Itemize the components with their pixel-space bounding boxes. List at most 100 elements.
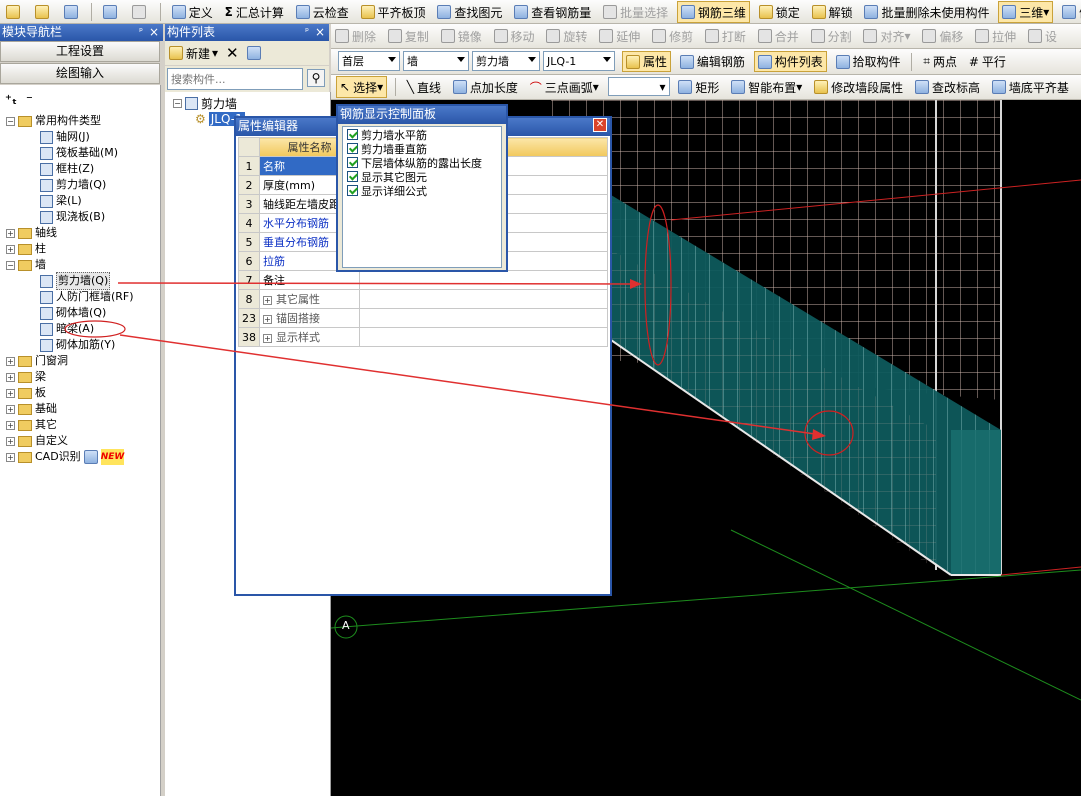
nav-component-item[interactable]: 砌体墙(Q) — [40, 305, 106, 321]
tb-view-rebar-button[interactable]: 查看钢筋量 — [511, 1, 594, 23]
nav-folder[interactable]: − 常用构件类型 — [6, 113, 101, 129]
expand-icon[interactable]: + — [6, 356, 15, 366]
floor-select[interactable]: 首层 — [338, 51, 400, 71]
tb-new-icon[interactable] — [3, 1, 26, 23]
property-value[interactable] — [359, 289, 608, 309]
tb-undo-icon[interactable] — [100, 1, 123, 23]
tb-batch-delete-button[interactable]: 批量删除未使用构件 — [861, 1, 992, 23]
nav-component-item[interactable]: 剪力墙(Q) — [40, 272, 111, 290]
tb-delete-button[interactable]: 删除 — [332, 25, 379, 47]
new-button[interactable]: 新建 — [186, 45, 210, 62]
nav-component-item[interactable]: 砌体加筋(Y) — [40, 337, 115, 353]
nav-folder[interactable]: + 门窗洞 — [6, 353, 68, 369]
select-button[interactable]: ↖ 选择 ▾ — [336, 76, 388, 98]
nav-component-item[interactable]: 现浇板(B) — [40, 209, 105, 225]
tb-find-button[interactable]: 查找图元 — [434, 1, 505, 23]
nav-folder[interactable]: + 基础 — [6, 401, 57, 417]
property-value[interactable] — [359, 270, 608, 290]
smart-layout-button[interactable]: 智能布置 ▾ — [728, 76, 805, 98]
nav-component-item[interactable]: 筏板基础(M) — [40, 145, 118, 161]
nav-folder[interactable]: + 板 — [6, 385, 46, 401]
arc-button[interactable]: ⌒ 三点画弧 ▾ — [527, 76, 602, 98]
tb-trim-button[interactable]: 修剪 — [649, 25, 696, 47]
tb-rotate-button[interactable]: 旋转 — [543, 25, 590, 47]
project-settings-button[interactable]: 工程设置 — [0, 41, 160, 62]
search-input[interactable] — [167, 68, 303, 90]
delete-icon[interactable]: ✕ — [226, 44, 239, 62]
checkbox-checked-icon[interactable] — [347, 185, 358, 196]
tb-align-slab-button[interactable]: 平齐板顶 — [358, 1, 429, 23]
tb-cloud-check-button[interactable]: 云检查 — [293, 1, 352, 23]
nav-folder[interactable]: + 轴线 — [6, 225, 57, 241]
collapse-icon[interactable]: − — [6, 260, 15, 270]
rectangle-button[interactable]: 矩形 — [675, 76, 722, 98]
property-value[interactable] — [359, 327, 608, 347]
checkbox-checked-icon[interactable] — [347, 143, 358, 154]
tb-lock-button[interactable]: 锁定 — [756, 1, 803, 23]
expand-icon[interactable]: + — [263, 315, 272, 324]
wall-bottom-align-button[interactable]: 墙底平齐基 — [989, 76, 1072, 98]
nav-component-item[interactable]: 暗梁(A) — [40, 321, 94, 337]
collapse-icon[interactable]: − — [173, 98, 182, 108]
expand-all-icon[interactable]: ⁺ₜ — [5, 93, 17, 108]
expand-icon[interactable]: + — [263, 334, 272, 343]
nav-folder[interactable]: + CAD识别 NEW — [6, 449, 125, 465]
nav-folder[interactable]: − 墙 — [6, 257, 46, 273]
nav-close-icon[interactable]: × — [149, 24, 159, 41]
expand-icon[interactable]: + — [6, 388, 15, 398]
rebar-option-checkbox[interactable]: 剪力墙水平筋 — [347, 129, 501, 142]
properties-button[interactable]: 属性 — [622, 51, 672, 72]
complist-root[interactable]: − 剪力墙 — [173, 95, 237, 111]
property-row[interactable]: 23 + 锚固搭接 — [238, 308, 608, 328]
property-row[interactable]: 7 备注 — [238, 270, 608, 290]
tb-split-button[interactable]: 分割 — [808, 25, 855, 47]
component-list-button[interactable]: 构件列表 — [753, 51, 827, 72]
line-button[interactable]: ╲ 直线 — [404, 76, 444, 98]
expand-icon[interactable]: + — [6, 244, 15, 254]
tb-copy-button[interactable]: 复制 — [385, 25, 432, 47]
property-value[interactable] — [359, 308, 608, 328]
tb-merge-button[interactable]: 合并 — [755, 25, 802, 47]
edit-rebar-button[interactable]: 编辑钢筋 — [677, 51, 748, 72]
category-select[interactable]: 墙 — [403, 51, 469, 71]
expand-icon[interactable]: + — [6, 372, 15, 382]
property-row[interactable]: 38 + 显示样式 — [238, 327, 608, 347]
tb-open-icon[interactable] — [32, 1, 55, 23]
nav-component-item[interactable]: 轴网(J) — [40, 129, 90, 145]
point-length-button[interactable]: 点加长度 — [450, 76, 521, 98]
nav-pin-icon[interactable]: ᵖ — [139, 24, 143, 41]
rebar-option-checkbox[interactable]: 下层墙体纵筋的露出长度 — [347, 157, 501, 170]
copy-icon[interactable] — [246, 46, 261, 60]
tb-rebar-3d-button[interactable]: 钢筋三维 — [676, 1, 750, 23]
complist-close-icon[interactable]: × — [315, 24, 325, 41]
checkbox-checked-icon[interactable] — [347, 157, 358, 168]
expand-icon[interactable]: + — [6, 404, 15, 414]
collapse-all-icon[interactable]: ⁻ — [26, 93, 33, 108]
tb-stretch-button[interactable]: 拉伸 — [972, 25, 1019, 47]
type-select[interactable]: 剪力墙 — [472, 51, 540, 71]
nav-folder[interactable]: + 梁 — [6, 369, 46, 385]
two-points-button[interactable]: ⌗ 两点 — [920, 51, 960, 72]
pick-component-button[interactable]: 拾取构件 — [833, 51, 904, 72]
search-icon[interactable]: ⚲ — [307, 69, 325, 87]
nav-component-item[interactable]: 剪力墙(Q) — [40, 177, 106, 193]
tb-3d-button[interactable]: 三维 ▾ — [998, 1, 1054, 23]
expand-icon[interactable]: + — [6, 452, 15, 462]
tb-summary-button[interactable]: Σ 汇总计算 — [222, 1, 287, 23]
nav-folder[interactable]: + 自定义 — [6, 433, 68, 449]
rebar-option-checkbox[interactable]: 剪力墙垂直筋 — [347, 143, 501, 156]
tb-redo-icon[interactable] — [129, 1, 152, 23]
close-icon[interactable]: ✕ — [593, 118, 607, 132]
nav-component-item[interactable]: 梁(L) — [40, 193, 82, 209]
checkbox-checked-icon[interactable] — [347, 171, 358, 182]
expand-icon[interactable]: + — [6, 436, 15, 446]
tb-define-button[interactable]: 定义 — [169, 1, 216, 23]
tb-mirror-button[interactable]: 镜像 — [438, 25, 485, 47]
check-elevation-button[interactable]: 查改标高 — [912, 76, 983, 98]
parallel-button[interactable]: # 平行 — [966, 51, 1009, 72]
checkbox-checked-icon[interactable] — [347, 129, 358, 140]
nav-component-item[interactable]: 框柱(Z) — [40, 161, 94, 177]
property-row[interactable]: 8 + 其它属性 — [238, 289, 608, 309]
component-select[interactable]: JLQ-1 — [543, 51, 615, 71]
expand-icon[interactable]: + — [6, 228, 15, 238]
